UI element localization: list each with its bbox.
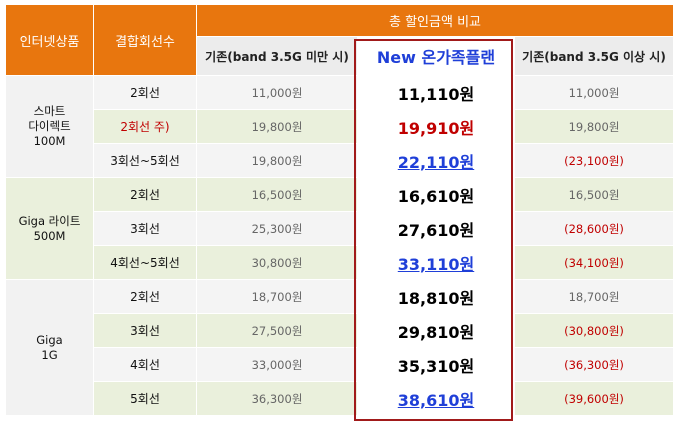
old-high-cell: (36,300원) — [514, 347, 674, 382]
product-name-line: 스마트 — [33, 104, 66, 118]
lines-cell: 3회선~5회선 — [93, 143, 197, 178]
old-low-cell: 11,000원 — [196, 75, 358, 110]
old-high-cell: (23,100원) — [514, 143, 674, 178]
new-plan-cell: 16,610원 — [357, 177, 515, 212]
header-total-discount: 총 할인금액 비교 — [196, 4, 674, 37]
new-plan-cell: 35,310원 — [357, 347, 515, 382]
old-high-cell: 19,800원 — [514, 109, 674, 144]
new-plan-cell: 11,110원 — [357, 75, 515, 110]
header-new-plan: New 온가족플랜 — [357, 36, 515, 76]
new-plan-cell: 19,910원 — [357, 109, 515, 144]
table-row: 4회선 33,000원 35,310원 (36,300원) — [6, 347, 674, 382]
old-low-cell: 33,000원 — [196, 347, 358, 382]
old-high-cell: (39,600원) — [514, 381, 674, 416]
lines-cell: 5회선 — [93, 381, 197, 416]
old-low-cell: 25,300원 — [196, 211, 358, 246]
header-old-high: 기존(band 3.5G 이상 시) — [514, 36, 674, 76]
product-cell: Giga 라이트 500M — [5, 177, 94, 280]
new-plan-cell: 38,610원 — [357, 381, 515, 416]
comparison-table-wrapper: 인터넷상품 결합회선수 총 할인금액 비교 기존(band 3.5G 미만 시)… — [5, 4, 674, 421]
new-plan-cell: 22,110원 — [357, 143, 515, 178]
discount-comparison-table: 인터넷상품 결합회선수 총 할인금액 비교 기존(band 3.5G 미만 시)… — [5, 4, 674, 416]
old-high-cell: (30,800원) — [514, 313, 674, 348]
old-high-cell: 11,000원 — [514, 75, 674, 110]
header-old-low: 기존(band 3.5G 미만 시) — [196, 36, 358, 76]
old-low-cell: 16,500원 — [196, 177, 358, 212]
product-name-line: 500M — [33, 228, 66, 243]
table-row: 4회선~5회선 30,800원 33,110원 (34,100원) — [6, 245, 674, 280]
product-cell: Giga 1G — [5, 279, 94, 416]
header-lines: 결합회선수 — [93, 4, 197, 76]
table-row: Giga 1G 2회선 18,700원 18,810원 18,700원 — [5, 279, 674, 416]
new-plan-cell: 29,810원 — [357, 313, 515, 348]
table-body: 스마트 다이렉트 100M 2회선 11,000원 11,110원 11,000원 2회선 주… — [5, 75, 674, 416]
table-row: Giga 라이트 500M 2회선 16,500원 16,610원 16,500원 — [5, 177, 674, 280]
old-low-cell: 19,800원 — [196, 109, 358, 144]
table-row: 3회선~5회선 19,800원 22,110원 (23,100원) — [6, 143, 674, 178]
new-plan-cell: 27,610원 — [357, 211, 515, 246]
lines-cell: 2회선 — [93, 177, 197, 212]
lines-cell: 4회선 — [93, 347, 197, 382]
product-name-line: 다이렉트 — [28, 119, 71, 133]
product-name-line: Giga — [36, 332, 63, 347]
lines-cell: 3회선 — [93, 211, 197, 246]
old-high-cell: 16,500원 — [514, 177, 674, 212]
product-cell: 스마트 다이렉트 100M — [5, 75, 94, 178]
lines-cell: 2회선 — [93, 75, 197, 110]
table-row: 2회선 주) 19,800원 19,910원 19,800원 — [6, 109, 674, 144]
lines-cell: 2회선 — [93, 279, 197, 314]
lines-cell: 4회선~5회선 — [93, 245, 197, 280]
lines-cell: 3회선 — [93, 313, 197, 348]
table-row: 5회선 36,300원 38,610원 (39,600원) — [6, 381, 674, 416]
lines-cell: 2회선 주) — [93, 109, 197, 144]
old-low-cell: 30,800원 — [196, 245, 358, 280]
product-name-line: 1G — [41, 347, 58, 362]
table-row: 3회선 25,300원 27,610원 (28,600원) — [6, 211, 674, 246]
old-low-cell: 19,800원 — [196, 143, 358, 178]
table-row: 스마트 다이렉트 100M 2회선 11,000원 11,110원 11,000원 — [5, 75, 674, 178]
old-low-cell: 18,700원 — [196, 279, 358, 314]
header-product: 인터넷상품 — [5, 4, 94, 76]
old-low-cell: 36,300원 — [196, 381, 358, 416]
new-plan-cell: 18,810원 — [357, 279, 515, 314]
product-name-line: Giga 라이트 — [18, 213, 81, 228]
new-plan-cell: 33,110원 — [357, 245, 515, 280]
old-high-cell: (28,600원) — [514, 211, 674, 246]
old-low-cell: 27,500원 — [196, 313, 358, 348]
product-name-line: 100M — [33, 134, 66, 148]
old-high-cell: (34,100원) — [514, 245, 674, 280]
table-row: 3회선 27,500원 29,810원 (30,800원) — [6, 313, 674, 348]
old-high-cell: 18,700원 — [514, 279, 674, 314]
